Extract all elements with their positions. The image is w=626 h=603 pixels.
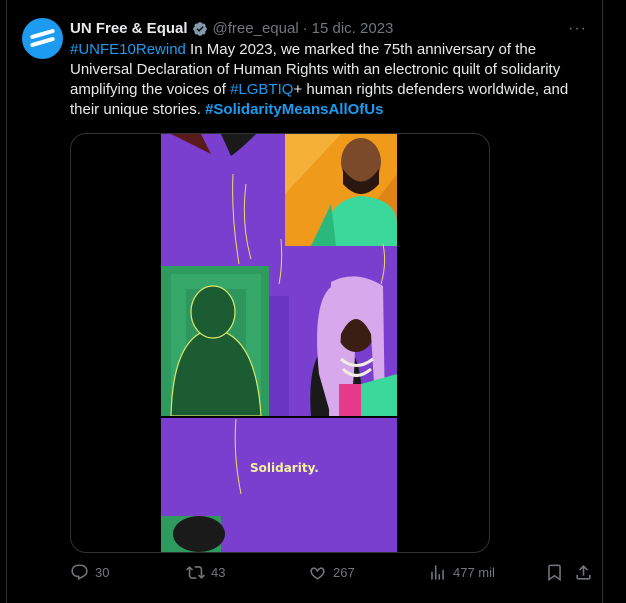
hashtag-link[interactable]: #LGBTIQ	[230, 81, 293, 98]
tweet-header: UN Free & Equal @free_equal · 15 dic. 20…	[70, 20, 393, 38]
repost-button[interactable]: 43	[186, 563, 225, 582]
author-handle[interactable]: @free_equal	[213, 20, 299, 38]
like-button[interactable]: 267	[308, 563, 355, 582]
video-media[interactable]: Solidarity.	[70, 133, 490, 553]
reply-count: 30	[95, 565, 110, 580]
reply-button[interactable]: 30	[70, 563, 109, 582]
verified-badge-icon	[192, 22, 207, 36]
heart-icon	[310, 567, 325, 580]
share-icon	[576, 565, 591, 580]
video-frame[interactable]: Solidarity.	[161, 134, 397, 552]
video-caption: Solidarity.	[250, 461, 319, 475]
views-count: 477 mil	[453, 565, 495, 580]
tweet-text: #UNFE10Rewind In May 2023, we marked the…	[70, 40, 595, 120]
avatar[interactable]	[22, 18, 63, 59]
bookmark-icon	[548, 564, 561, 582]
tweet-date[interactable]: 15 dic. 2023	[312, 20, 394, 38]
repost-icon	[186, 566, 205, 579]
tweet-card[interactable]: UN Free & Equal @free_equal · 15 dic. 20…	[6, 0, 603, 603]
views-chart-icon	[431, 565, 444, 580]
repost-count: 43	[211, 565, 226, 580]
quilt-illustration	[161, 134, 397, 552]
tweet-actions: 30 43 267 477 mil	[70, 563, 595, 587]
reply-icon	[71, 564, 88, 581]
bookmark-button[interactable]	[545, 563, 564, 582]
separator-dot: ·	[302, 20, 308, 37]
hashtag-link[interactable]: #SolidarityMeansAllOfUs	[205, 101, 383, 118]
share-button[interactable]	[574, 563, 593, 582]
author-name[interactable]: UN Free & Equal	[70, 20, 188, 38]
views-button[interactable]: 477 mil	[428, 563, 495, 582]
more-options-icon[interactable]: ···	[568, 20, 587, 38]
hashtag-link[interactable]: #UNFE10Rewind	[70, 41, 186, 58]
like-count: 267	[333, 565, 355, 580]
